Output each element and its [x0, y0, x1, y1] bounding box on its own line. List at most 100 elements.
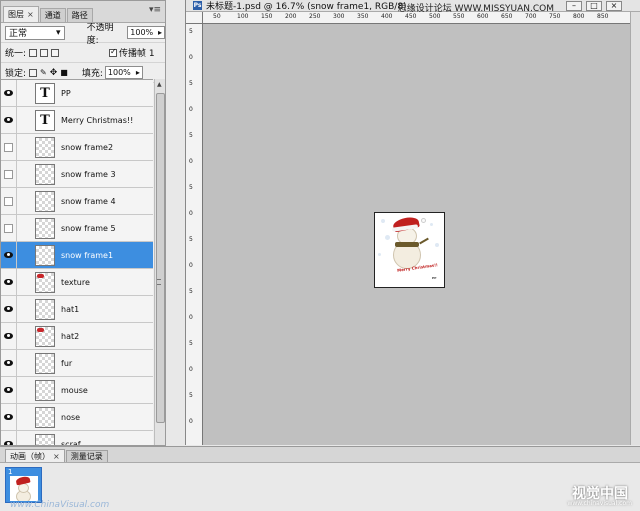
layer-row[interactable]: hat1 — [1, 295, 153, 323]
minimize-button[interactable]: – — [566, 1, 582, 11]
opacity-field[interactable]: 100% ▸ — [127, 26, 165, 39]
layer-row[interactable]: nose — [1, 403, 153, 431]
unify-position-icon[interactable] — [29, 48, 38, 57]
unify-label: 统一: — [5, 49, 27, 59]
layer-row[interactable]: T Merry Christmas!! — [1, 106, 153, 134]
panel-menu-icon[interactable]: ▾≡ — [149, 5, 161, 15]
eye-icon — [4, 333, 13, 339]
layers-scrollbar[interactable]: ▲ — [154, 79, 165, 445]
layer-row[interactable]: snow frame 4 — [1, 187, 153, 215]
propagate-frame-toggle[interactable]: 传播帧 1 — [109, 46, 155, 59]
scroll-up-icon[interactable]: ▲ — [157, 81, 162, 88]
visibility-toggle[interactable] — [1, 160, 17, 188]
visibility-toggle[interactable] — [1, 133, 17, 161]
ruler-horizontal[interactable]: 50 100 150 200 250 300 350 400 450 500 550 600 650 70… — [203, 12, 630, 24]
layer-row[interactable]: snow frame 5 — [1, 214, 153, 242]
visibility-toggle[interactable] — [1, 214, 17, 242]
unify-visibility-icon[interactable] — [40, 48, 49, 57]
layer-row[interactable]: snow frame1 — [1, 241, 153, 269]
document-window: Ps 未标题-1.psd @ 16.7% (snow frame1, RGB/8… — [185, 0, 640, 445]
ruler-vertical[interactable]: 5 0 5 0 5 0 5 0 5 0 5 0 5 0 5 0 — [186, 24, 203, 445]
visibility-toggle[interactable] — [1, 80, 17, 107]
close-button[interactable]: × — [606, 1, 622, 11]
brush-icon[interactable]: ✎ — [40, 68, 47, 77]
layer-thumbnail — [35, 190, 55, 212]
eye-icon — [4, 279, 13, 285]
tab-measurement-log[interactable]: 测量记录 — [65, 450, 108, 462]
ruler-tick-label: 5 — [189, 28, 193, 35]
chevron-right-icon: ▸ — [135, 68, 140, 77]
tab-paths-label: 路径 — [71, 11, 88, 20]
layer-row[interactable]: snow frame2 — [1, 133, 153, 161]
ruler-tick-label: 5 — [189, 184, 193, 191]
layer-row[interactable]: snow frame 3 — [1, 160, 153, 188]
layer-thumbnail — [35, 379, 55, 401]
lock-label: 锁定: — [5, 69, 27, 79]
ruler-tick-label: 5 — [189, 392, 193, 399]
ruler-tick-label: 350 — [357, 13, 369, 20]
visibility-toggle[interactable] — [1, 403, 17, 431]
ruler-tick-label: 0 — [189, 314, 193, 321]
layer-row[interactable]: fur — [1, 349, 153, 377]
visibility-toggle[interactable] — [1, 268, 17, 296]
ruler-tick-label: 5 — [189, 80, 193, 87]
close-icon[interactable]: × — [27, 8, 34, 21]
fill-value: 100% — [107, 68, 131, 77]
unify-style-icon[interactable] — [51, 48, 60, 57]
close-icon[interactable]: × — [53, 451, 60, 462]
eye-hidden-icon — [4, 142, 13, 152]
visibility-toggle[interactable] — [1, 376, 17, 404]
tab-animation-frames[interactable]: 动画（帧） × — [5, 449, 65, 462]
layer-name: hat2 — [61, 331, 80, 341]
layer-thumbnail — [35, 406, 55, 428]
layer-name: hat1 — [61, 304, 80, 314]
eye-icon — [4, 414, 13, 420]
ruler-tick-label: 0 — [189, 366, 193, 373]
visibility-toggle[interactable] — [1, 349, 17, 377]
visibility-toggle[interactable] — [1, 322, 17, 350]
lock-icon[interactable]: ■ — [60, 68, 68, 77]
animation-panel: 动画（帧） × 测量记录 1 www.ChinaVisual.com 视觉中国 w… — [0, 446, 640, 511]
tab-layers[interactable]: 图层 × — [3, 6, 39, 22]
document-title-bar[interactable]: Ps 未标题-1.psd @ 16.7% (snow frame1, RGB/8… — [186, 0, 640, 14]
ruler-origin[interactable] — [186, 12, 203, 24]
tab-paths[interactable]: 路径 — [66, 8, 93, 22]
tab-measurement-label: 测量记录 — [70, 452, 103, 461]
visibility-toggle[interactable] — [1, 430, 17, 445]
ruler-tick-label: 800 — [573, 13, 585, 20]
eye-icon — [4, 306, 13, 312]
ruler-tick-label: 0 — [189, 210, 193, 217]
move-icon[interactable]: ✥ — [50, 68, 58, 78]
maximize-button[interactable]: □ — [586, 1, 602, 11]
fill-field[interactable]: 100% ▸ — [104, 66, 143, 79]
eye-icon — [4, 387, 13, 393]
visibility-toggle[interactable] — [1, 295, 17, 323]
document-canvas[interactable]: Merry Christmas!! PP — [374, 212, 445, 288]
visibility-toggle[interactable] — [1, 187, 17, 215]
ruler-tick-label: 0 — [189, 158, 193, 165]
tab-channels-label: 通道 — [44, 11, 61, 20]
chevron-right-icon: ▸ — [158, 28, 163, 37]
layers-panel: 图层× 通道 路径 ▾≡ 正常 ▾ 不透明度: 100% ▸ 统一: 传播帧 1 锁… — [0, 0, 166, 446]
blend-mode-select[interactable]: 正常 ▾ — [5, 25, 65, 40]
layer-row[interactable]: hat2 — [1, 322, 153, 350]
frame-number: 1 — [8, 468, 13, 476]
tab-channels[interactable]: 通道 — [39, 8, 66, 22]
layer-row[interactable]: T PP — [1, 80, 153, 107]
layer-row[interactable]: scraf — [1, 430, 153, 446]
layer-name: scraf — [61, 439, 81, 446]
layer-row[interactable]: texture — [1, 268, 153, 296]
document-scrollbar[interactable] — [630, 12, 640, 445]
ruler-tick-label: 150 — [261, 13, 273, 20]
visibility-toggle[interactable] — [1, 241, 17, 269]
ruler-tick-label: 750 — [549, 13, 561, 20]
ruler-tick-label: 700 — [525, 13, 537, 20]
visibility-toggle[interactable] — [1, 106, 17, 134]
ruler-tick-label: 850 — [597, 13, 609, 20]
animation-frame-1[interactable]: 1 — [5, 467, 42, 503]
hat-pom — [421, 218, 426, 223]
layer-row[interactable]: mouse — [1, 376, 153, 404]
propagate-checkbox[interactable] — [109, 47, 118, 57]
lock-transparency-icon[interactable] — [29, 68, 38, 77]
scroll-thumb[interactable] — [156, 93, 165, 423]
